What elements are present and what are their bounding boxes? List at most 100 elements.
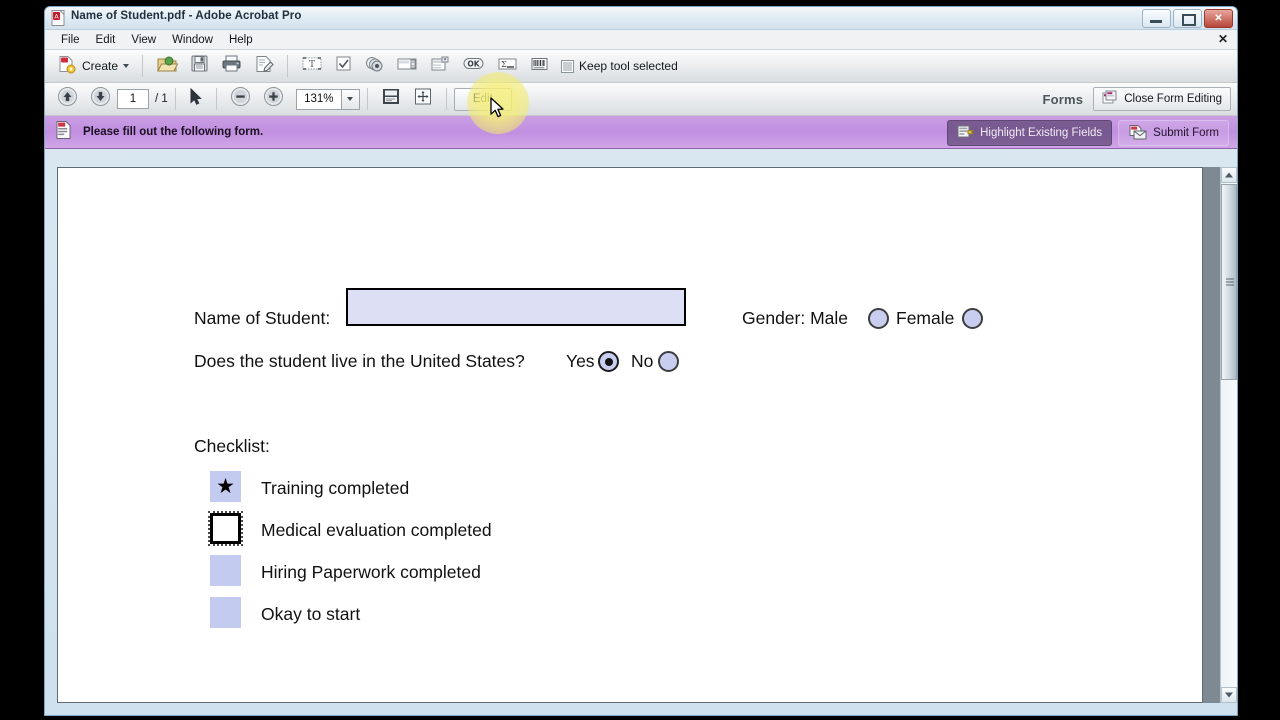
scrollbar-grip	[1226, 278, 1234, 286]
close-form-editing-label: Close Form Editing	[1124, 93, 1222, 105]
menu-item-window[interactable]: Window	[164, 33, 221, 47]
print-button[interactable]	[215, 53, 248, 79]
zoom-out-button[interactable]	[224, 86, 257, 112]
open-file-icon	[156, 54, 179, 79]
checklist-checkbox-hiring[interactable]	[210, 555, 241, 586]
gender-female-radio[interactable]	[962, 308, 983, 329]
text-field-tool-button[interactable]: T	[295, 53, 329, 79]
list-box-tool-icon	[396, 56, 418, 77]
checklist-title: Checklist:	[194, 436, 270, 456]
page-display-button[interactable]	[375, 86, 407, 112]
scroll-up-button[interactable]	[1221, 167, 1237, 183]
dropdown-tool-button[interactable]	[424, 53, 456, 79]
toolbar-separator	[445, 88, 447, 110]
text-field-tool-icon: T	[301, 55, 323, 77]
star-check-glyph: ★	[216, 474, 235, 498]
close-document-icon[interactable]: ✕	[1218, 32, 1228, 46]
button-tool-icon: OK	[462, 56, 485, 76]
menu-item-help[interactable]: Help	[221, 33, 261, 47]
selection-marquee	[208, 511, 243, 546]
barcode-tool-button[interactable]	[524, 53, 555, 79]
submit-form-label: Submit Form	[1153, 127, 1219, 139]
arrow-up-icon	[57, 86, 78, 112]
name-of-student-field[interactable]	[346, 288, 686, 326]
document-area: Name of Student: Gender: Male Female Doe…	[45, 167, 1237, 715]
vertical-scrollbar[interactable]	[1220, 167, 1237, 703]
keep-tool-checkbox[interactable]	[561, 59, 575, 73]
fit-page-icon	[413, 87, 433, 111]
check-box-tool-button[interactable]	[329, 53, 358, 79]
gender-male-radio[interactable]	[868, 308, 889, 329]
minimize-button[interactable]	[1142, 9, 1171, 28]
checklist-checkbox-okay-to-start[interactable]	[210, 597, 241, 628]
keep-tool-label: Keep tool selected	[579, 59, 678, 73]
toolbar-separator	[366, 88, 368, 110]
check-box-tool-icon	[335, 55, 352, 77]
previous-page-button[interactable]	[51, 86, 84, 112]
close-form-editing-button[interactable]: Close Form Editing	[1093, 87, 1231, 111]
create-button[interactable]: Create	[51, 53, 135, 79]
svg-text:T: T	[309, 60, 315, 70]
svg-text:A: A	[54, 13, 59, 21]
main-toolbar: Create T OK Σ Keep tool selected	[45, 50, 1237, 83]
zoom-dropdown-button[interactable]	[341, 88, 360, 110]
button-tool-button[interactable]: OK	[456, 53, 491, 79]
barcode-tool-icon	[530, 56, 549, 77]
zoom-out-icon	[230, 86, 251, 112]
maximize-button[interactable]	[1173, 9, 1202, 28]
keep-tool-selected-option[interactable]: Keep tool selected	[561, 59, 678, 73]
checklist-label-hiring: Hiring Paperwork completed	[261, 562, 481, 582]
list-box-tool-button[interactable]	[390, 53, 424, 79]
save-icon	[190, 54, 209, 78]
forms-toolbar-right: Forms Close Form Editing	[1042, 83, 1231, 115]
gender-female-label: Female	[896, 308, 955, 328]
menu-bar: File Edit View Window Help ✕	[45, 30, 1237, 50]
page-number-input[interactable]: 1	[117, 89, 149, 109]
save-button[interactable]	[184, 53, 215, 79]
signature-field-tool-icon: Σ	[497, 56, 518, 77]
create-pdf-icon	[57, 54, 77, 79]
close-window-button[interactable]: ✕	[1204, 9, 1233, 28]
residency-yes-radio[interactable]	[598, 351, 619, 372]
select-tool-button[interactable]	[183, 86, 209, 112]
next-page-button[interactable]	[84, 86, 117, 112]
form-document-icon	[55, 120, 73, 145]
edit-button[interactable]: Edit	[453, 87, 512, 111]
svg-text:OK: OK	[467, 59, 480, 68]
letterbox-right	[1236, 0, 1280, 720]
form-notice-actions: Highlight Existing Fields Submit Form	[947, 120, 1229, 146]
open-file-button[interactable]	[150, 53, 184, 79]
edit-document-button[interactable]	[248, 53, 280, 79]
highlight-existing-fields-button[interactable]: Highlight Existing Fields	[947, 120, 1113, 146]
checklist-label-training: Training completed	[261, 478, 410, 498]
checklist-label-medical: Medical evaluation completed	[261, 520, 492, 540]
checklist-checkbox-training[interactable]: ★	[210, 471, 241, 502]
toolbar-separator	[287, 55, 289, 77]
menu-item-edit[interactable]: Edit	[88, 33, 124, 47]
create-label: Create	[82, 59, 119, 73]
scrollbar-thumb[interactable]	[1221, 184, 1237, 380]
print-icon	[221, 54, 242, 78]
menu-item-file[interactable]: File	[53, 33, 88, 47]
submit-form-button[interactable]: Submit Form	[1118, 120, 1229, 146]
close-form-editing-icon	[1102, 90, 1118, 108]
toolbar-separator	[142, 55, 144, 77]
scroll-down-button[interactable]	[1221, 687, 1237, 703]
fit-page-button[interactable]	[407, 86, 439, 112]
window-title: Name of Student.pdf - Adobe Acrobat Pro	[71, 10, 302, 22]
highlight-fields-icon	[957, 124, 975, 142]
signature-field-tool-button[interactable]: Σ	[491, 53, 524, 79]
menu-item-view[interactable]: View	[123, 33, 164, 47]
radio-button-tool-icon	[364, 55, 384, 78]
radio-button-tool-button[interactable]	[358, 53, 390, 79]
checklist-label-okay-to-start: Okay to start	[261, 604, 361, 624]
dropdown-tool-icon	[430, 55, 450, 78]
residency-no-radio[interactable]	[658, 351, 679, 372]
checklist-checkbox-medical[interactable]	[208, 511, 243, 546]
zoom-in-icon	[263, 86, 284, 112]
zoom-in-button[interactable]	[257, 86, 290, 112]
window-controls: ✕	[1142, 9, 1233, 28]
zoom-level-input[interactable]: 131%	[295, 88, 342, 110]
navigation-toolbar: 1 / 1 131% Edit Forms Close Form Editing	[45, 83, 1237, 116]
residency-yes-label: Yes	[566, 351, 595, 371]
